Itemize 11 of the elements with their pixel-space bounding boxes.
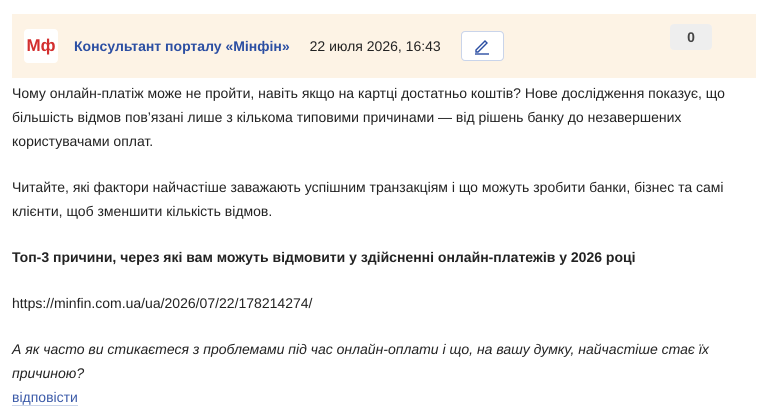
paragraph: Чому онлайн-платіж може не пройти, навіть якщо на картці достатньо коштів? Нове дослідження показує, що більшість відмов пов’язані лише з кількома типовими причинами — від рішень банку до незавершених користувачами оплат.: [12, 84, 726, 151]
vote-count: 0: [670, 24, 712, 50]
question-text: А як часто ви стикаєтеся з проблемами під час онлайн-оплати і що, на вашу думку, найчастіше стає їх причиною?: [12, 340, 710, 383]
edit-button[interactable]: [460, 31, 504, 61]
logo: Мф: [24, 29, 58, 63]
bold-heading: Топ-3 причини, через які вам можуть відмовити у здійсненні онлайн-платежів у 2026 році: [12, 248, 637, 267]
article-url[interactable]: https://minfin.com.ua/ua/2026/07/22/178214274/: [12, 291, 756, 315]
comment-date: 22 июля 2026, 16:43: [310, 37, 441, 56]
paragraph: Читайте, які фактори найчастіше заважають успішним транзакціям і що можуть зробити банки, бізнес та самі клієнти, щоб зменшити кількість відмов.: [12, 178, 725, 221]
reply-link[interactable]: відповісти: [12, 389, 78, 406]
author-link[interactable]: Консультант порталу «Мінфін»: [74, 34, 290, 58]
